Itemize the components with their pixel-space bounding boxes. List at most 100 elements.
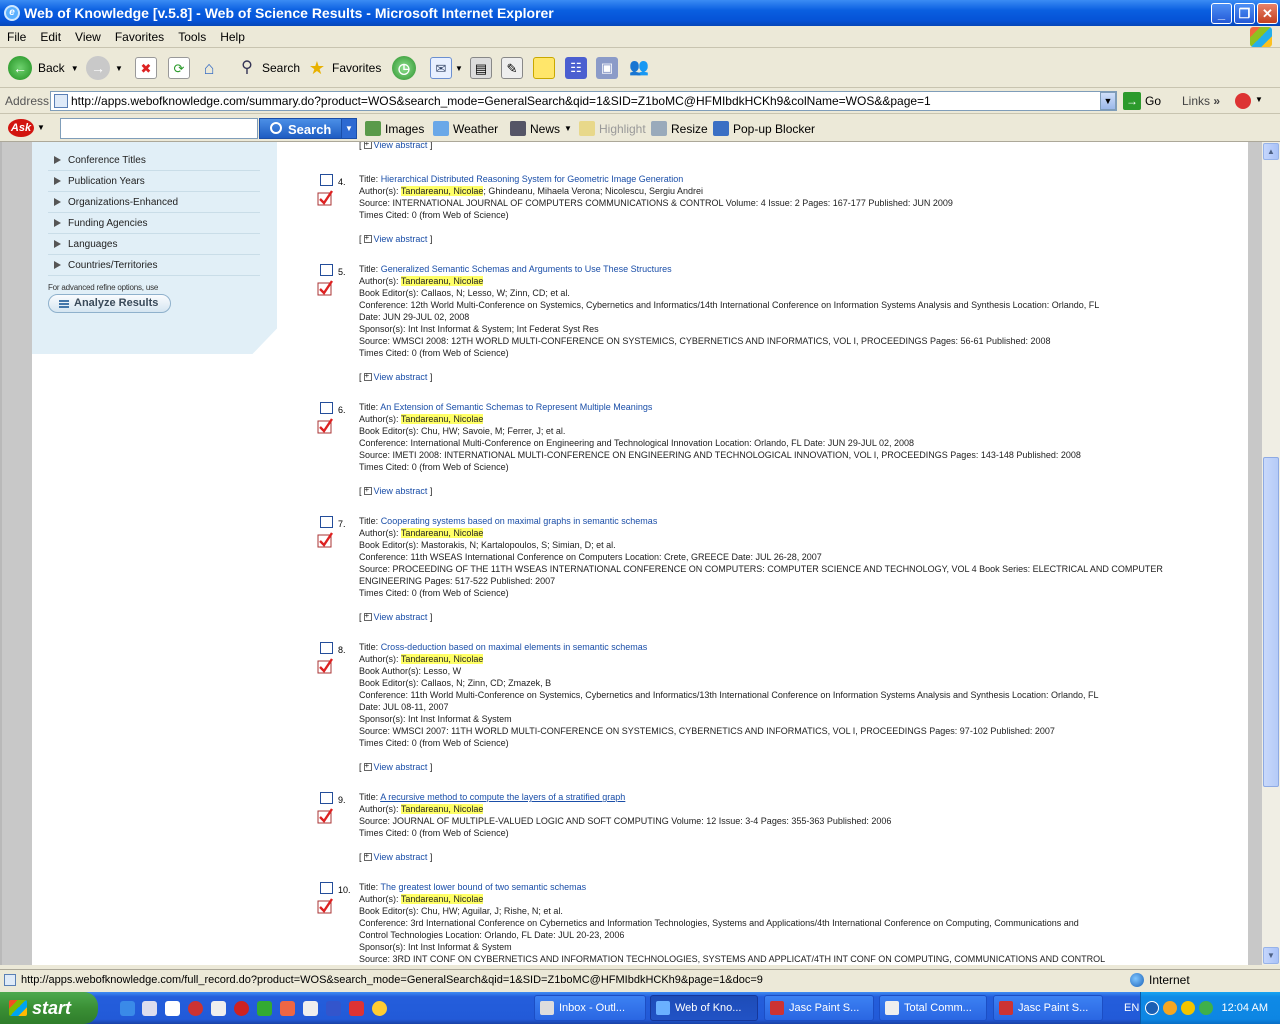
minimize-button[interactable]: _ (1211, 3, 1232, 24)
forward-button[interactable]: → ▼ (86, 54, 123, 82)
messenger-button[interactable]: ▣ (596, 54, 618, 82)
view-abstract-3[interactable]: [View abstract ] (359, 142, 432, 150)
discuss-button[interactable] (533, 54, 555, 82)
view-abstract-7[interactable]: [View abstract ] (359, 611, 432, 622)
ask-highlight-button[interactable]: Highlight (579, 121, 646, 136)
record-title-link[interactable]: Hierarchical Distributed Reasoning Syste… (381, 174, 684, 184)
print-button[interactable]: ▤ (470, 54, 492, 82)
quicklaunch-excel-icon[interactable] (257, 1001, 272, 1016)
history-button[interactable]: ◷ (392, 54, 416, 82)
view-abstract-9[interactable]: [View abstract ] (359, 851, 432, 862)
task-inbox-outlook[interactable]: Inbox - Outl... (534, 995, 646, 1021)
home-button[interactable]: ⌂ (198, 54, 220, 82)
addon-dropdown[interactable]: ▼ (1255, 95, 1263, 104)
addon-icon[interactable] (1235, 93, 1251, 109)
favorites-button[interactable]: ★ Favorites (306, 54, 381, 82)
quicklaunch-outlook-icon[interactable] (165, 1001, 180, 1016)
tray-security-icon[interactable] (1181, 1001, 1195, 1015)
ask-logo-icon[interactable]: Ask (8, 119, 34, 137)
close-button[interactable]: ✕ (1257, 3, 1278, 24)
ask-images-button[interactable]: Images (365, 121, 424, 136)
record-checkbox[interactable] (320, 882, 333, 894)
scroll-thumb[interactable] (1263, 457, 1279, 787)
mail-icon: ✉ (430, 57, 452, 79)
view-abstract-4[interactable]: [View abstract ] (359, 233, 432, 244)
back-button[interactable]: ← Back ▼ (8, 54, 79, 82)
view-abstract-6[interactable]: [View abstract ] (359, 485, 432, 496)
refine-conference-titles[interactable]: Conference Titles (48, 150, 260, 171)
quicklaunch-app-icon[interactable] (188, 1001, 203, 1016)
contacts-button[interactable]: 👥 (628, 54, 650, 82)
record-checkbox[interactable] (320, 174, 333, 186)
start-button[interactable]: start (0, 992, 98, 1024)
ask-resize-button[interactable]: Resize (651, 121, 708, 136)
tray-expand-icon[interactable] (1145, 1001, 1159, 1015)
record-checkbox[interactable] (320, 402, 333, 414)
refine-organizations[interactable]: Organizations-Enhanced (48, 192, 260, 213)
links-button[interactable]: Links » (1182, 94, 1220, 108)
tray-app-icon[interactable] (1199, 1001, 1213, 1015)
tray-network-icon[interactable] (1163, 1001, 1177, 1015)
edit-button[interactable]: ✎ (501, 54, 523, 82)
record-title-link[interactable]: Cross-deduction based on maximal element… (381, 642, 648, 652)
task-jasc-paint-1[interactable]: Jasc Paint S... (764, 995, 874, 1021)
refine-funding-agencies[interactable]: Funding Agencies (48, 213, 260, 234)
address-dropdown[interactable]: ▼ (1100, 92, 1116, 110)
record-title-link[interactable]: Cooperating systems based on maximal gra… (381, 516, 658, 526)
scroll-up-button[interactable]: ▲ (1263, 143, 1279, 160)
windows-flag-icon (9, 1000, 27, 1016)
task-web-of-knowledge[interactable]: Web of Kno... (650, 995, 758, 1021)
menu-file[interactable]: File (0, 26, 33, 48)
search-button[interactable]: ⚲ Search (236, 54, 300, 82)
go-button[interactable]: → Go (1123, 92, 1161, 110)
refine-languages[interactable]: Languages (48, 234, 260, 255)
record-checkbox[interactable] (320, 642, 333, 654)
stop-button[interactable]: ✖ (135, 54, 157, 82)
task-jasc-paint-2[interactable]: Jasc Paint S... (993, 995, 1103, 1021)
language-indicator[interactable]: EN (1124, 992, 1139, 1024)
quicklaunch-window-icon[interactable] (326, 1001, 341, 1016)
menu-view[interactable]: View (68, 26, 108, 48)
record-title-link[interactable]: An Extension of Semantic Schemas to Repr… (380, 402, 652, 412)
address-bar: Address http://apps.webofknowledge.com/s… (0, 88, 1280, 114)
ask-search-dropdown[interactable]: ▼ (341, 118, 357, 139)
refresh-button[interactable]: ⟳ (168, 54, 190, 82)
ie-icon (656, 1001, 670, 1015)
quicklaunch-media-icon[interactable] (372, 1001, 387, 1016)
record-checkbox[interactable] (320, 516, 333, 528)
mail-button[interactable]: ✉ ▼ (430, 54, 463, 82)
record-title-link[interactable]: The greatest lower bound of two semantic… (381, 882, 587, 892)
ask-search-input[interactable] (60, 118, 258, 139)
view-abstract-5[interactable]: [View abstract ] (359, 371, 432, 382)
refine-publication-years[interactable]: Publication Years (48, 171, 260, 192)
record-title-link[interactable]: A recursive method to compute the layers… (380, 792, 625, 802)
quicklaunch-ppt-icon[interactable] (280, 1001, 295, 1016)
task-total-commander[interactable]: Total Comm... (879, 995, 987, 1021)
menu-edit[interactable]: Edit (33, 26, 68, 48)
record-checkbox[interactable] (320, 264, 333, 276)
menu-tools[interactable]: Tools (171, 26, 213, 48)
ask-weather-button[interactable]: Weather (433, 121, 498, 136)
scroll-down-button[interactable]: ▼ (1263, 947, 1279, 964)
quicklaunch-desktop-icon[interactable] (142, 1001, 157, 1016)
ask-menu-dropdown[interactable]: ▼ (37, 123, 45, 132)
refine-countries[interactable]: Countries/Territories (48, 255, 260, 276)
menu-help[interactable]: Help (213, 26, 252, 48)
record-title-link[interactable]: Generalized Semantic Schemas and Argumen… (381, 264, 672, 274)
quicklaunch-paint-icon[interactable] (234, 1001, 249, 1016)
quicklaunch-ie-icon[interactable] (120, 1001, 135, 1016)
address-input[interactable]: http://apps.webofknowledge.com/summary.d… (50, 91, 1117, 111)
record-checkbox[interactable] (320, 792, 333, 804)
view-abstract-8[interactable]: [View abstract ] (359, 761, 432, 772)
quicklaunch-word-icon[interactable] (303, 1001, 318, 1016)
vertical-scrollbar[interactable]: ▲ ▼ (1262, 142, 1280, 965)
analyze-results-button[interactable]: Analyze Results (48, 294, 171, 313)
popup-blocker-button[interactable]: Pop-up Blocker (713, 121, 815, 136)
quicklaunch-total-icon[interactable] (349, 1001, 364, 1016)
maximize-button[interactable]: ❐ (1234, 3, 1255, 24)
ask-news-button[interactable]: News ▼ (510, 121, 572, 136)
menu-bar: File Edit View Favorites Tools Help (0, 26, 1280, 48)
research-button[interactable]: ☷ (565, 54, 587, 82)
menu-favorites[interactable]: Favorites (108, 26, 171, 48)
quicklaunch-book-icon[interactable] (211, 1001, 226, 1016)
